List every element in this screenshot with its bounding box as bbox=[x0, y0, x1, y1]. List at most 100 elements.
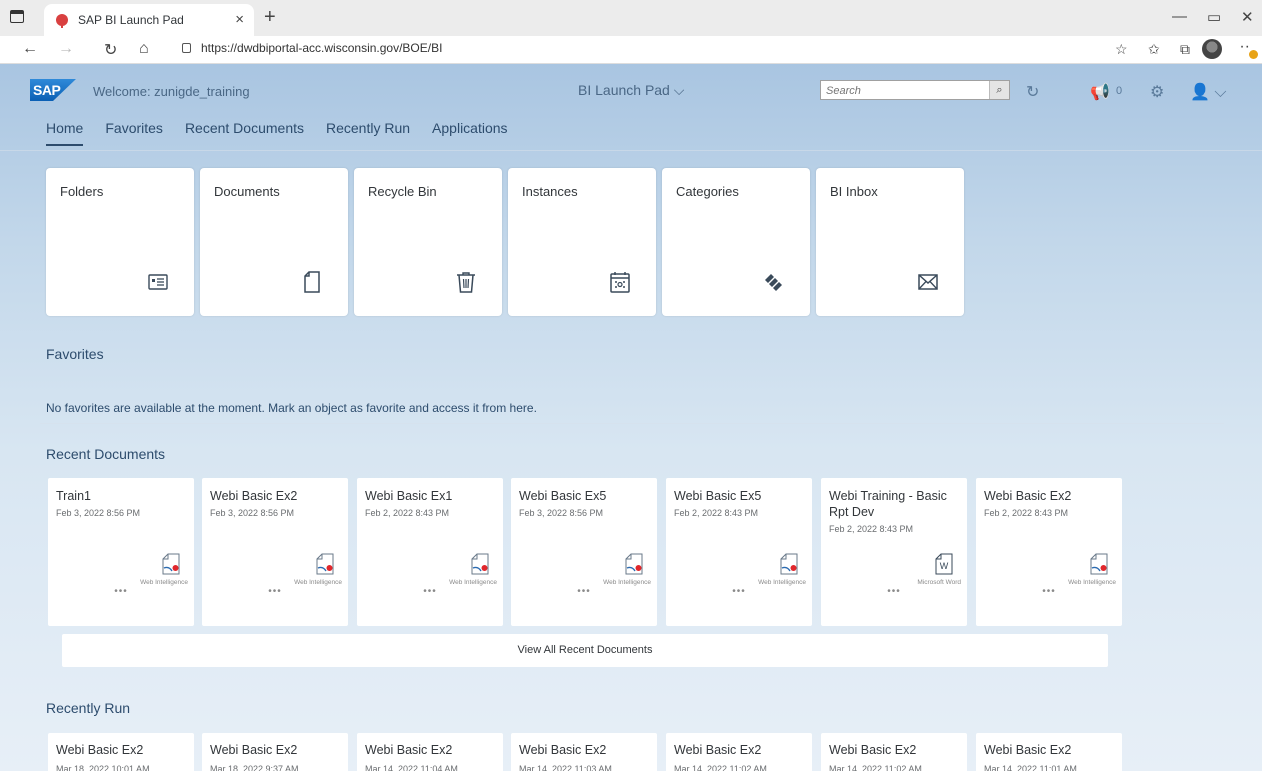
calendar-icon bbox=[610, 272, 630, 293]
view-all-recent-documents-button[interactable]: View All Recent Documents bbox=[62, 634, 1108, 667]
more-options-icon[interactable]: ••• bbox=[666, 586, 812, 597]
document-date: Mar 14, 2022 11:02 AM bbox=[829, 764, 922, 771]
welcome-text: Welcome: zunigde_training bbox=[93, 84, 250, 99]
recent-document-card[interactable]: Webi Basic Ex2 Feb 2, 2022 8:43 PM Web Int… bbox=[976, 478, 1122, 626]
envelope-icon bbox=[918, 274, 938, 290]
recent-document-card[interactable]: Webi Basic Ex1 Feb 2, 2022 8:43 PM Web Int… bbox=[357, 478, 503, 626]
favorites-divider bbox=[40, 423, 1224, 424]
categories-icon bbox=[765, 274, 782, 291]
back-icon[interactable]: ← bbox=[22, 40, 38, 58]
forward-icon[interactable]: → bbox=[58, 40, 74, 58]
svg-text:W: W bbox=[940, 561, 949, 571]
document-icon bbox=[304, 271, 320, 293]
search-icon[interactable]: ⌕ bbox=[989, 81, 1009, 99]
recent-document-card[interactable]: Webi Basic Ex2 Feb 3, 2022 8:56 PM Web Int… bbox=[202, 478, 348, 626]
document-date: Mar 18, 2022 9:37 AM bbox=[210, 764, 299, 771]
bi-launchpad-app: SAP Welcome: zunigde_training BI Launch … bbox=[0, 64, 1262, 771]
recent-document-card[interactable]: Webi Training - Basic Rpt Dev Feb 2, 2022… bbox=[821, 478, 967, 626]
preferences-icon[interactable]: ⚙ bbox=[1150, 82, 1164, 102]
url-field[interactable]: https://dwdbiportal-acc.wisconsin.gov/BO… bbox=[182, 41, 442, 55]
document-date: Mar 14, 2022 11:03 AM bbox=[519, 764, 612, 771]
more-options-icon[interactable]: ••• bbox=[357, 586, 503, 597]
refresh-icon[interactable]: ↻ bbox=[104, 40, 117, 60]
document-type: Web Intelligence bbox=[294, 579, 342, 586]
tile-documents[interactable]: Documents bbox=[200, 168, 348, 316]
collections-icon[interactable]: ⧉ bbox=[1180, 41, 1190, 58]
tab-actions-icon[interactable] bbox=[10, 10, 24, 23]
extension-badge-icon bbox=[1249, 50, 1258, 59]
new-tab-icon[interactable]: + bbox=[264, 6, 276, 29]
more-options-icon[interactable]: ••• bbox=[821, 586, 967, 597]
document-name: Webi Basic Ex2 bbox=[210, 743, 298, 757]
document-name: Webi Basic Ex2 bbox=[56, 743, 144, 757]
recent-document-card[interactable]: Webi Basic Ex5 Feb 3, 2022 8:56 PM Web Int… bbox=[511, 478, 657, 626]
folder-details-icon bbox=[148, 274, 168, 290]
browser-tab-strip: SAP BI Launch Pad × + — ▭ ✕ bbox=[0, 0, 1262, 36]
recently-run-card[interactable]: Webi Basic Ex2 Mar 14, 2022 11:02 AM bbox=[821, 733, 967, 771]
megaphone-icon[interactable]: 📢 bbox=[1090, 82, 1110, 102]
document-name: Webi Basic Ex2 bbox=[984, 489, 1072, 503]
tile-recycle-bin[interactable]: Recycle Bin bbox=[354, 168, 502, 316]
tile-label: Recycle Bin bbox=[368, 184, 437, 199]
document-date: Feb 2, 2022 8:43 PM bbox=[674, 508, 759, 518]
user-icon[interactable]: 👤 ⌵ bbox=[1190, 82, 1227, 102]
recently-run-heading: Recently Run bbox=[46, 700, 131, 716]
document-name: Webi Basic Ex2 bbox=[674, 743, 762, 757]
recently-run-card[interactable]: Webi Basic Ex2 Mar 14, 2022 11:02 AM bbox=[666, 733, 812, 771]
more-options-icon[interactable]: ••• bbox=[511, 586, 657, 597]
document-name: Webi Basic Ex2 bbox=[829, 743, 917, 757]
document-type: Web Intelligence bbox=[140, 579, 188, 586]
recent-document-card[interactable]: Train1 Feb 3, 2022 8:56 PM Web Intelligenc… bbox=[48, 478, 194, 626]
home-icon[interactable]: ⌂ bbox=[139, 40, 149, 58]
recently-run-card[interactable]: Webi Basic Ex2 Mar 18, 2022 10:01 AM bbox=[48, 733, 194, 771]
tile-categories[interactable]: Categories bbox=[662, 168, 810, 316]
favorites-icon[interactable]: ✩ bbox=[1148, 41, 1160, 58]
recently-run-card[interactable]: Webi Basic Ex2 Mar 14, 2022 11:01 AM bbox=[976, 733, 1122, 771]
read-aloud-icon[interactable]: ☆ bbox=[1115, 41, 1128, 58]
refresh-icon[interactable]: ↻ bbox=[1026, 82, 1039, 102]
web-intelligence-icon bbox=[625, 553, 643, 575]
document-type: Web Intelligence bbox=[449, 579, 497, 586]
tab-favorites[interactable]: Favorites bbox=[105, 120, 163, 146]
chevron-down-icon: ⌵ bbox=[673, 82, 685, 98]
browser-tab[interactable]: SAP BI Launch Pad × bbox=[44, 4, 254, 36]
more-options-icon[interactable]: ••• bbox=[202, 586, 348, 597]
document-type: Web Intelligence bbox=[1068, 579, 1116, 586]
recently-run-card[interactable]: Webi Basic Ex2 Mar 18, 2022 9:37 AM bbox=[202, 733, 348, 771]
web-intelligence-icon bbox=[471, 553, 489, 575]
tile-bi-inbox[interactable]: BI Inbox bbox=[816, 168, 964, 316]
tile-folders[interactable]: Folders bbox=[46, 168, 194, 316]
lock-icon bbox=[182, 43, 191, 53]
word-document-icon: W bbox=[935, 553, 953, 575]
recently-run-card[interactable]: Webi Basic Ex2 Mar 14, 2022 11:04 AM bbox=[357, 733, 503, 771]
tab-recently-run[interactable]: Recently Run bbox=[326, 120, 410, 146]
recent-documents-heading: Recent Documents bbox=[46, 446, 166, 462]
recently-run-card[interactable]: Webi Basic Ex2 Mar 14, 2022 11:03 AM bbox=[511, 733, 657, 771]
app-title-menu[interactable]: BI Launch Pad ⌵ bbox=[578, 82, 684, 99]
tab-recent-documents[interactable]: Recent Documents bbox=[185, 120, 304, 146]
close-tab-icon[interactable]: × bbox=[235, 11, 244, 28]
document-name: Webi Basic Ex5 bbox=[674, 489, 762, 503]
trash-icon bbox=[457, 272, 475, 293]
minimize-icon[interactable]: — bbox=[1172, 8, 1187, 25]
document-name: Webi Basic Ex1 bbox=[365, 489, 453, 503]
tile-instances[interactable]: Instances bbox=[508, 168, 656, 316]
document-name: Webi Basic Ex5 bbox=[519, 489, 607, 503]
app-title: BI Launch Pad bbox=[578, 82, 670, 98]
document-name: Webi Basic Ex2 bbox=[984, 743, 1072, 757]
document-date: Feb 3, 2022 8:56 PM bbox=[56, 508, 141, 518]
url-text: https://dwdbiportal-acc.wisconsin.gov/BO… bbox=[201, 41, 443, 55]
tab-applications[interactable]: Applications bbox=[432, 120, 508, 146]
restore-icon[interactable]: ▭ bbox=[1207, 8, 1221, 26]
close-window-icon[interactable]: ✕ bbox=[1241, 8, 1254, 26]
more-options-icon[interactable]: ••• bbox=[48, 586, 194, 597]
web-intelligence-icon bbox=[162, 553, 180, 575]
document-name: Webi Basic Ex2 bbox=[365, 743, 453, 757]
tile-label: Categories bbox=[676, 184, 739, 199]
more-options-icon[interactable]: ••• bbox=[976, 586, 1122, 597]
tab-home[interactable]: Home bbox=[46, 120, 84, 146]
search-input[interactable] bbox=[821, 82, 981, 100]
recent-document-card[interactable]: Webi Basic Ex5 Feb 2, 2022 8:43 PM Web Int… bbox=[666, 478, 812, 626]
document-name: Webi Basic Ex2 bbox=[210, 489, 298, 503]
profile-avatar[interactable] bbox=[1202, 39, 1222, 59]
